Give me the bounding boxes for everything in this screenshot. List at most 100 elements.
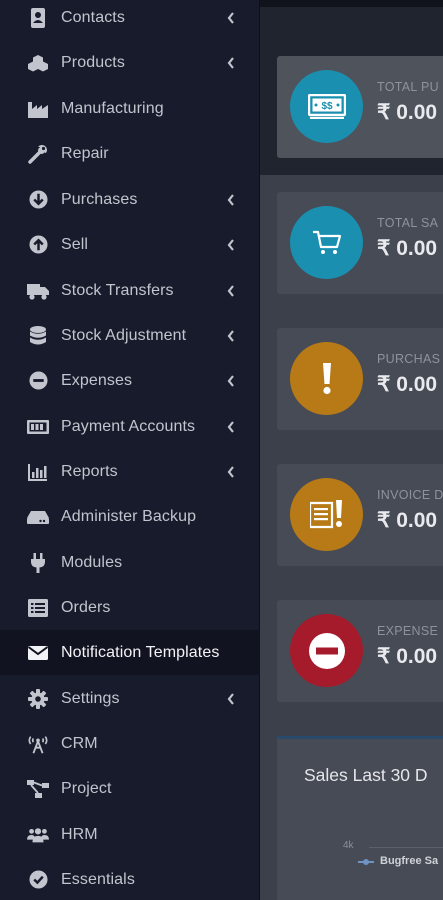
card-label: INVOICE D bbox=[377, 488, 443, 502]
total-purchase-card[interactable]: $$ TOTAL PU ₹ 0.00 bbox=[277, 56, 443, 158]
card-value: ₹ 0.00 bbox=[377, 373, 438, 396]
sidebar-item-essentials[interactable]: Essentials bbox=[0, 857, 260, 900]
card-label: TOTAL PU bbox=[377, 80, 439, 94]
sidebar-item-label: Project bbox=[61, 779, 112, 797]
card-icon-circle: $$ bbox=[290, 70, 363, 143]
card-icon-circle bbox=[290, 206, 363, 279]
chevron-left-icon[interactable] bbox=[226, 420, 236, 434]
chevron-left-icon[interactable] bbox=[226, 692, 236, 706]
truck-icon bbox=[27, 280, 49, 302]
chevron-left-icon[interactable] bbox=[226, 465, 236, 479]
sidebar-item-label: Stock Transfers bbox=[61, 281, 174, 299]
purchase-due-card[interactable]: PURCHAS ₹ 0.00 bbox=[277, 328, 443, 430]
minus-circle-icon bbox=[27, 370, 49, 392]
arrow-circle-down-icon bbox=[27, 189, 49, 211]
sidebar-item-sell[interactable]: Sell bbox=[0, 222, 260, 267]
wrench-icon bbox=[27, 143, 49, 165]
sidebar-item-orders[interactable]: Orders bbox=[0, 585, 260, 630]
exclamation-icon bbox=[322, 362, 331, 394]
total-sales-card[interactable]: TOTAL SA ₹ 0.00 bbox=[277, 192, 443, 294]
chevron-left-icon[interactable] bbox=[226, 56, 236, 70]
minus-circle-icon bbox=[308, 632, 345, 669]
chevron-left-icon[interactable] bbox=[226, 284, 236, 298]
sidebar-item-modules[interactable]: Modules bbox=[0, 540, 260, 585]
sidebar-item-manufacturing[interactable]: Manufacturing bbox=[0, 86, 260, 131]
money-bill-icon: $$ bbox=[307, 93, 346, 119]
cubes-icon bbox=[27, 52, 49, 74]
envelope-icon bbox=[27, 642, 49, 664]
sidebar-item-project[interactable]: Project bbox=[0, 766, 260, 811]
chevron-left-icon[interactable] bbox=[226, 238, 236, 252]
sidebar-item-label: Contacts bbox=[61, 8, 125, 26]
sidebar-item-settings[interactable]: Settings bbox=[0, 676, 260, 721]
plug-icon bbox=[27, 552, 49, 574]
database-icon bbox=[27, 325, 49, 347]
shopping-cart-icon bbox=[312, 230, 341, 254]
sidebar-item-reports[interactable]: Reports bbox=[0, 449, 260, 494]
money-bill-icon bbox=[27, 416, 49, 438]
chevron-left-icon[interactable] bbox=[226, 193, 236, 207]
card-value: ₹ 0.00 bbox=[377, 509, 438, 532]
broadcast-tower-icon bbox=[27, 733, 49, 755]
sidebar-item-label: HRM bbox=[61, 825, 98, 843]
sidebar-item-crm[interactable]: CRM bbox=[0, 721, 260, 766]
chevron-left-icon[interactable] bbox=[226, 11, 236, 25]
project-diagram-icon bbox=[27, 778, 49, 800]
sidebar-item-administer-backup[interactable]: Administer Backup bbox=[0, 494, 260, 539]
card-icon-circle bbox=[290, 342, 363, 415]
svg-text:$$: $$ bbox=[321, 101, 333, 112]
sidebar-item-hrm[interactable]: HRM bbox=[0, 812, 260, 857]
sidebar-item-expenses[interactable]: Expenses bbox=[0, 358, 260, 403]
sidebar-item-label: Repair bbox=[61, 144, 109, 162]
sidebar-item-label: Modules bbox=[61, 553, 123, 571]
sidebar-item-label: Stock Adjustment bbox=[61, 326, 187, 344]
hdd-icon bbox=[27, 506, 49, 528]
sidebar-item-label: Payment Accounts bbox=[61, 417, 196, 435]
sidebar-item-products[interactable]: Products bbox=[0, 40, 260, 85]
sidebar-item-label: Purchases bbox=[61, 190, 138, 208]
bar-chart-icon bbox=[27, 461, 49, 483]
chevron-left-icon[interactable] bbox=[226, 329, 236, 343]
main-content: $$ TOTAL PU ₹ 0.00 TOTAL SA ₹ 0.00 PURCH… bbox=[260, 0, 443, 900]
sidebar-item-notification-templates[interactable]: Notification Templates bbox=[0, 630, 260, 675]
sidebar-item-purchases[interactable]: Purchases bbox=[0, 177, 260, 222]
sidebar-item-label: CRM bbox=[61, 734, 98, 752]
check-circle-icon bbox=[27, 869, 49, 891]
chart-title: Sales Last 30 D bbox=[304, 765, 428, 785]
legend-label: Bugfree Sa bbox=[380, 855, 439, 867]
sidebar-item-label: Products bbox=[61, 53, 125, 71]
y-axis-tick: 4k bbox=[343, 840, 354, 851]
expense-card[interactable]: EXPENSE ₹ 0.00 bbox=[277, 600, 443, 702]
legend-swatch bbox=[358, 857, 374, 866]
invoice-alert-icon bbox=[309, 499, 342, 528]
gridline bbox=[369, 847, 443, 848]
chart-legend-item[interactable]: Bugfree Sa bbox=[358, 855, 438, 867]
users-icon bbox=[27, 824, 49, 846]
card-label: TOTAL SA bbox=[377, 216, 439, 230]
sidebar-item-label: Administer Backup bbox=[61, 507, 197, 525]
card-icon-circle bbox=[290, 614, 363, 687]
sidebar-item-label: Reports bbox=[61, 462, 118, 480]
sidebar-item-label: Manufacturing bbox=[61, 99, 164, 117]
sidebar-item-label: Expenses bbox=[61, 371, 133, 389]
chevron-left-icon[interactable] bbox=[226, 374, 236, 388]
sidebar-item-payment-accounts[interactable]: Payment Accounts bbox=[0, 404, 260, 449]
sidebar-item-contacts[interactable]: Contacts bbox=[0, 0, 260, 40]
card-value: ₹ 0.00 bbox=[377, 237, 438, 260]
list-alt-icon bbox=[27, 597, 49, 619]
sidebar-item-label: Essentials bbox=[61, 870, 135, 888]
card-value: ₹ 0.00 bbox=[377, 645, 438, 668]
cog-icon bbox=[27, 688, 49, 710]
sidebar: Contacts Products Manufacturing Repair P… bbox=[0, 0, 260, 900]
address-book-icon bbox=[27, 7, 49, 29]
invoice-due-card[interactable]: INVOICE D ₹ 0.00 bbox=[277, 464, 443, 566]
sidebar-item-label: Orders bbox=[61, 598, 111, 616]
sales-chart-card: Sales Last 30 D 4k Bugfree Sa bbox=[277, 736, 443, 900]
sidebar-item-stock-adjustment[interactable]: Stock Adjustment bbox=[0, 313, 260, 358]
card-value: ₹ 0.00 bbox=[377, 101, 438, 124]
sidebar-item-label: Sell bbox=[61, 235, 89, 253]
card-label: PURCHAS bbox=[377, 352, 441, 366]
sidebar-item-stock-transfers[interactable]: Stock Transfers bbox=[0, 268, 260, 313]
sidebar-item-repair[interactable]: Repair bbox=[0, 131, 260, 176]
card-icon-circle bbox=[290, 478, 363, 551]
